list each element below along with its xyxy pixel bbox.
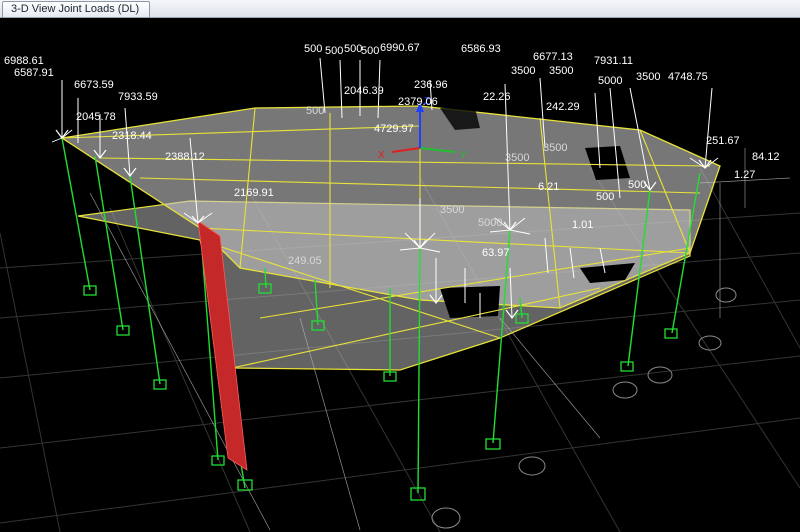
- load-label: 236.96: [414, 79, 448, 91]
- load-label: 2045.78: [76, 111, 116, 123]
- load-label: 5000: [478, 217, 502, 229]
- load-label: 3500: [549, 65, 573, 77]
- load-label: 500: [306, 105, 324, 117]
- load-label: 2046.39: [344, 85, 384, 97]
- load-label: 500: [596, 191, 614, 203]
- load-label: 500: [304, 43, 322, 55]
- load-label: 500: [628, 179, 646, 191]
- load-label: 2318.44: [112, 130, 152, 142]
- load-label: 251.67: [706, 135, 740, 147]
- load-label: 2169.91: [234, 187, 274, 199]
- load-label: 3500: [505, 152, 529, 164]
- tab-3d-view-joint-loads[interactable]: 3-D View Joint Loads (DL): [2, 1, 151, 17]
- load-label: 500: [344, 43, 362, 55]
- load-label: 500: [325, 45, 343, 57]
- load-label: 5000: [598, 75, 622, 87]
- load-label: 3500: [511, 65, 535, 77]
- load-label: 84.12: [752, 151, 780, 163]
- load-label: 7933.59: [118, 91, 158, 103]
- load-label: 6673.59: [74, 79, 114, 91]
- load-label: 1.27: [734, 169, 755, 181]
- view-tab-bar: 3-D View Joint Loads (DL): [0, 0, 800, 18]
- load-label: 2379.06: [398, 96, 438, 108]
- load-label: 6586.93: [461, 43, 501, 55]
- load-label: 7931.11: [594, 55, 633, 67]
- load-label: 6990.67: [380, 42, 420, 54]
- model-3d-viewport[interactable]: X Y Z 6988.61 6587.91 6673.59 2045.78 79…: [0, 18, 800, 532]
- load-label: 6677.13: [533, 51, 573, 63]
- load-label: 6988.61: [4, 55, 44, 67]
- load-label: 22.26: [483, 91, 511, 103]
- axis-y-label: Y: [460, 150, 467, 161]
- slab-opening: [440, 286, 500, 318]
- load-label: 249.05: [288, 255, 322, 267]
- load-label: 63.97: [482, 247, 510, 259]
- load-label: 6587.91: [14, 67, 54, 79]
- load-label: 3500: [636, 71, 660, 83]
- axis-x-label: X: [378, 150, 385, 161]
- load-label: 2388.12: [165, 151, 205, 163]
- load-label: 500: [361, 45, 379, 57]
- load-label: 4748.75: [668, 71, 708, 83]
- load-label: 1.01: [572, 219, 593, 231]
- load-label: 242.29: [546, 101, 580, 113]
- load-label: 3500: [543, 142, 567, 154]
- load-label: 6.21: [538, 181, 559, 193]
- etabs-3d-view-window: 3-D View Joint Loads (DL) X Y Z 6988.61 …: [0, 0, 800, 532]
- load-label: 4729.97: [374, 123, 414, 135]
- load-label: 3500: [440, 204, 464, 216]
